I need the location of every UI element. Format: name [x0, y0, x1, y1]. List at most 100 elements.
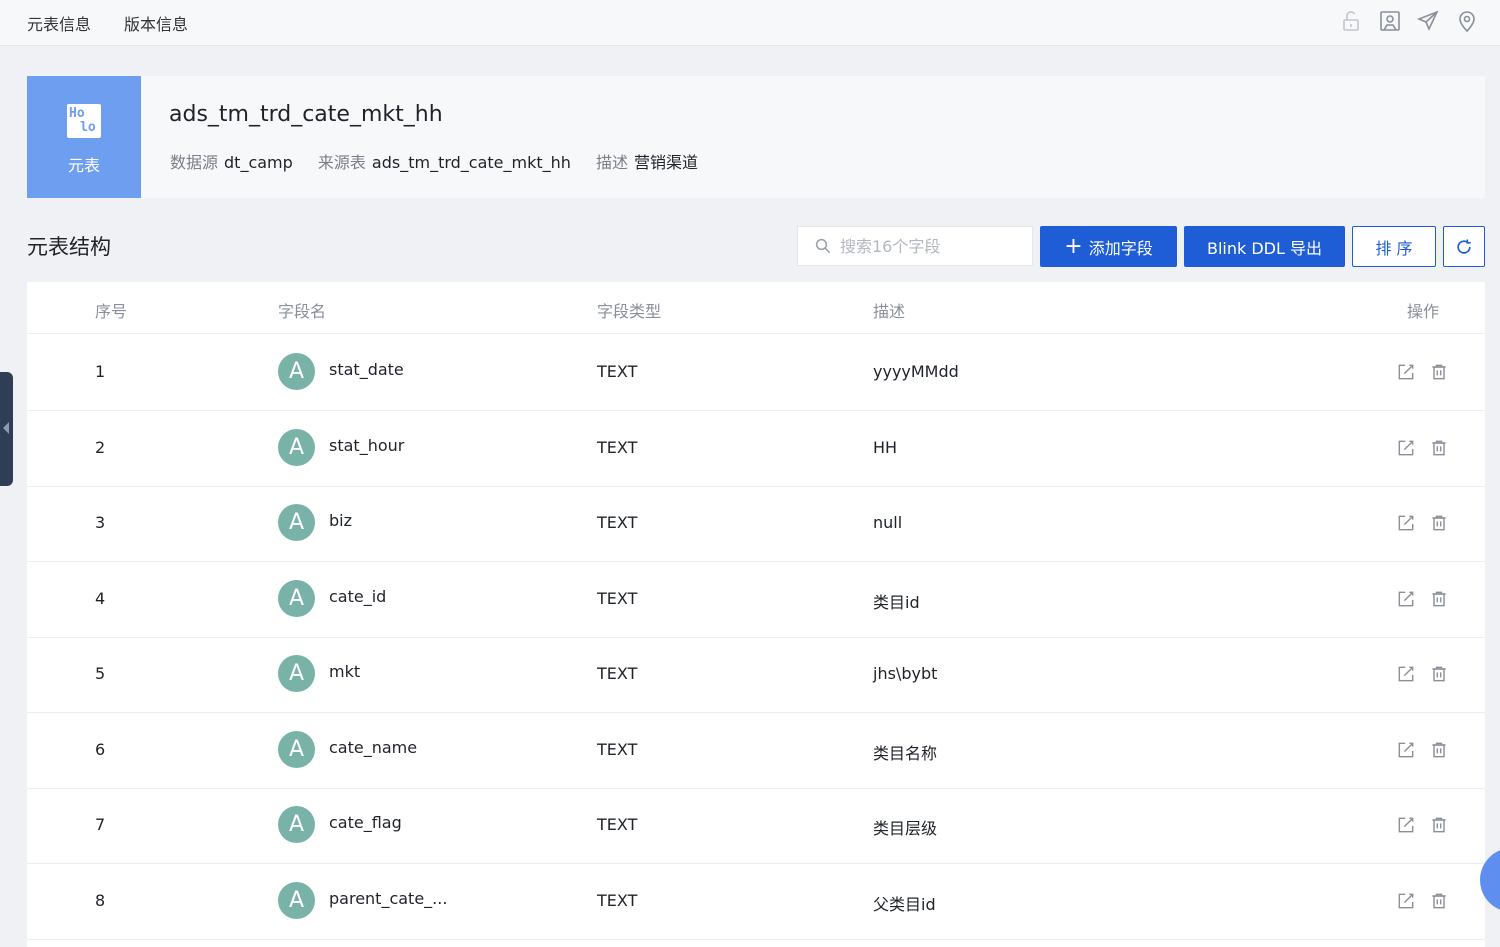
- field-table: 序号 字段名 字段类型 描述 操作 1 Astat_date TEXT yyyyMMd…: [27, 282, 1485, 947]
- field-type-avatar: A: [278, 579, 315, 617]
- add-field-button[interactable]: + 添加字段: [1040, 226, 1177, 267]
- row-index: 2: [95, 437, 106, 457]
- lock-icon[interactable]: [1339, 9, 1363, 33]
- meta-key-datasource: 数据源: [170, 153, 219, 172]
- field-description: yyyyMMdd: [873, 362, 959, 381]
- edit-icon[interactable]: [1396, 513, 1416, 533]
- field-name: parent_cate_...: [329, 888, 448, 908]
- edit-icon[interactable]: [1396, 891, 1416, 911]
- column-header-field-name: 字段名: [278, 302, 327, 321]
- table-row: 3 Abiz TEXT null: [27, 486, 1485, 562]
- field-type-avatar: A: [278, 881, 315, 919]
- field-name: stat_date: [329, 360, 404, 379]
- table-row: 2 Astat_hour TEXT HH: [27, 411, 1485, 487]
- blink-ddl-export-button[interactable]: Blink DDL 导出: [1184, 226, 1345, 267]
- field-type-avatar: A: [278, 353, 315, 390]
- delete-icon[interactable]: [1429, 664, 1449, 684]
- monitor-icon[interactable]: [1378, 9, 1402, 33]
- location-icon[interactable]: [1455, 9, 1479, 33]
- sidebar-collapse-handle[interactable]: [0, 372, 13, 486]
- meta-key-description: 描述: [596, 153, 629, 172]
- field-type: TEXT: [597, 664, 638, 683]
- refresh-button[interactable]: [1443, 226, 1485, 267]
- sort-button[interactable]: 排 序: [1352, 226, 1436, 267]
- search-input[interactable]: [840, 234, 1025, 258]
- table-row: 5 Amkt TEXT jhs\bybt: [27, 637, 1485, 713]
- delete-icon[interactable]: [1429, 740, 1449, 760]
- field-name: cate_flag: [329, 813, 402, 832]
- row-index: 6: [95, 739, 106, 759]
- row-index: 4: [95, 588, 106, 608]
- tab-version-info[interactable]: 版本信息: [124, 11, 188, 35]
- meta-value-description: 营销渠道: [634, 153, 699, 172]
- top-bar: 元表信息 版本信息: [0, 0, 1500, 46]
- edit-icon[interactable]: [1396, 589, 1416, 609]
- field-type: TEXT: [597, 739, 638, 759]
- holo-logo: Ho lo 元表: [27, 76, 141, 198]
- meta-row: 数据源 dt_camp 来源表 ads_tm_trd_cate_mkt_hh 描述营…: [170, 149, 718, 173]
- field-type-avatar: A: [278, 730, 315, 768]
- field-description: null: [873, 513, 903, 532]
- search-icon: [814, 237, 832, 255]
- edit-icon[interactable]: [1396, 815, 1416, 835]
- field-type: TEXT: [597, 513, 638, 532]
- row-index: 1: [95, 362, 106, 381]
- table-header-card: Ho lo 元表 ads_tm_trd_cate_mkt_hh 数据源 dt_ca…: [27, 76, 1485, 198]
- field-description: 父类目id: [873, 894, 936, 914]
- table-row: 6 Acate_name TEXT 类目名称: [27, 713, 1485, 789]
- field-description: jhs\bybt: [873, 664, 938, 683]
- field-name: biz: [329, 511, 352, 530]
- chevron-left-icon: [3, 422, 9, 434]
- row-index: 3: [95, 513, 106, 532]
- logo-label: 元表: [67, 156, 100, 175]
- field-type-avatar: A: [278, 428, 315, 466]
- field-type: TEXT: [597, 890, 638, 910]
- table-row: 1 Astat_date TEXT yyyyMMdd: [27, 335, 1485, 411]
- field-name: cate_name: [329, 737, 418, 757]
- field-name: mkt: [329, 662, 361, 681]
- delete-icon[interactable]: [1429, 438, 1449, 458]
- table-row: 7 Acate_flag TEXT 类目层级: [27, 788, 1485, 864]
- field-type: TEXT: [597, 588, 638, 608]
- meta-value-source-table: ads_tm_trd_cate_mkt_hh: [371, 153, 571, 172]
- field-description: HH: [873, 437, 898, 457]
- field-type-avatar: A: [278, 655, 315, 692]
- meta-key-source-table: 来源表: [317, 153, 366, 172]
- holo-logo-mark: Ho lo: [67, 104, 101, 138]
- send-icon[interactable]: [1416, 9, 1440, 33]
- field-description: 类目id: [873, 592, 920, 612]
- column-header-actions: 操作: [1407, 302, 1440, 321]
- table-header: 序号 字段名 字段类型 描述 操作: [27, 282, 1485, 334]
- field-description: 类目名称: [873, 743, 938, 763]
- delete-icon[interactable]: [1429, 513, 1449, 533]
- column-header-description: 描述: [873, 302, 906, 321]
- edit-icon[interactable]: [1396, 362, 1416, 382]
- row-index: 8: [95, 890, 106, 910]
- field-type: TEXT: [597, 362, 638, 381]
- delete-icon[interactable]: [1429, 589, 1449, 609]
- field-name: cate_id: [329, 586, 387, 606]
- field-type: TEXT: [597, 437, 638, 457]
- field-search[interactable]: [797, 226, 1033, 266]
- tab-table-info[interactable]: 元表信息: [27, 11, 91, 35]
- delete-icon[interactable]: [1429, 362, 1449, 382]
- edit-icon[interactable]: [1396, 740, 1416, 760]
- field-name: stat_hour: [329, 435, 405, 455]
- field-type-avatar: A: [278, 504, 315, 541]
- table-row: 4 Acate_id TEXT 类目id: [27, 562, 1485, 638]
- section-title: 元表结构: [27, 235, 111, 259]
- row-index: 7: [95, 815, 106, 834]
- delete-icon[interactable]: [1429, 815, 1449, 835]
- meta-value-datasource: dt_camp: [224, 153, 293, 172]
- add-field-label: 添加字段: [1088, 238, 1153, 258]
- delete-icon[interactable]: [1429, 891, 1449, 911]
- edit-icon[interactable]: [1396, 664, 1416, 684]
- column-header-field-type: 字段类型: [597, 302, 662, 321]
- page-title: ads_tm_trd_cate_mkt_hh: [169, 102, 443, 127]
- edit-icon[interactable]: [1396, 438, 1416, 458]
- table-row: 8 Aparent_cate_... TEXT 父类目id: [27, 864, 1485, 940]
- field-type-avatar: A: [278, 806, 315, 843]
- field-description: 类目层级: [873, 819, 938, 838]
- field-type: TEXT: [597, 815, 638, 834]
- refresh-icon: [1457, 239, 1471, 254]
